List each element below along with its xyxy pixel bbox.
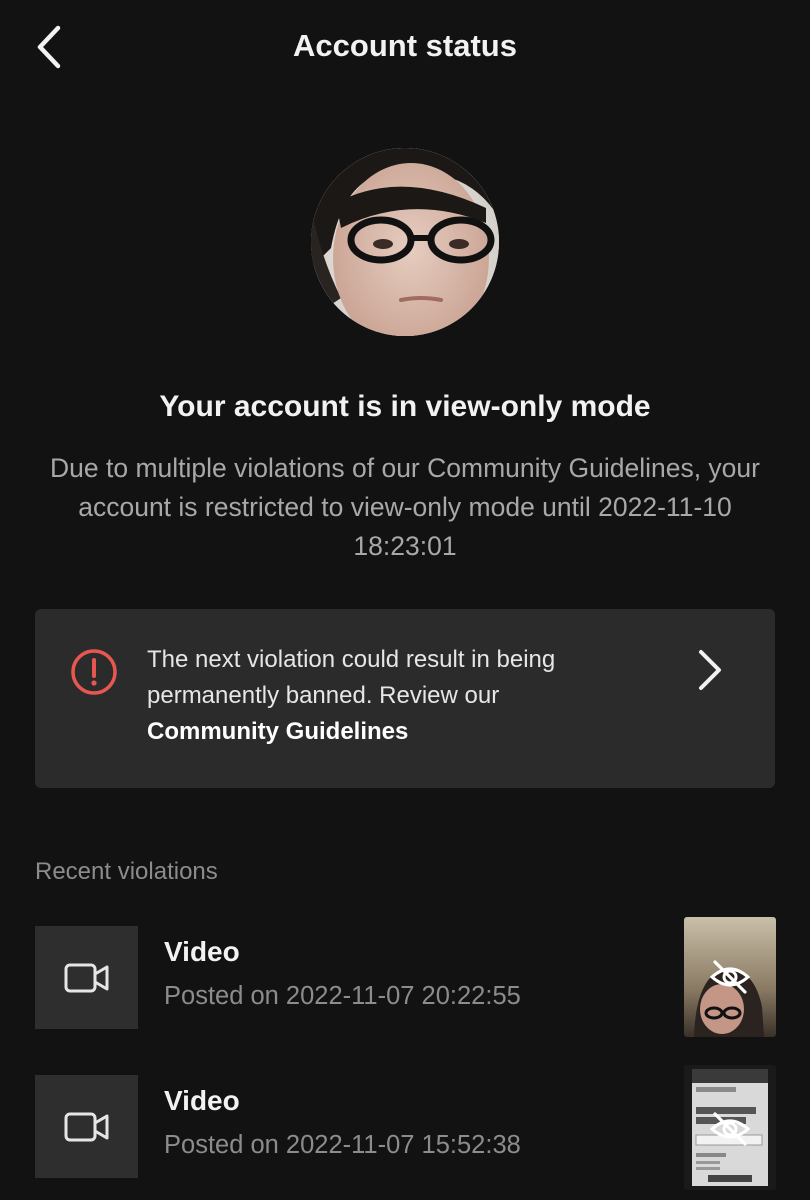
eye-slash-icon [709, 960, 751, 994]
warning-message: The next violation could result in being… [147, 642, 667, 750]
video-thumbnail-placeholder [35, 926, 138, 1029]
violation-thumbnail[interactable] [684, 917, 776, 1037]
video-camera-icon [64, 1112, 108, 1141]
page-title: Account status [293, 28, 517, 63]
alert-circle-icon [71, 649, 117, 695]
violation-item[interactable]: Video Posted on 2022-11-07 15:52:38 [0, 1065, 810, 1195]
section-title-recent-violations: Recent violations [35, 858, 218, 885]
header: Account status [0, 0, 810, 96]
video-thumbnail-placeholder [35, 1075, 138, 1178]
community-guidelines-link[interactable]: Community Guidelines [147, 714, 667, 750]
status-description: Due to multiple violations of our Commun… [50, 453, 760, 561]
video-camera-icon [64, 963, 108, 992]
eye-slash-icon [709, 1112, 751, 1146]
violation-type: Video [164, 936, 240, 967]
warning-card[interactable]: The next violation could result in being… [35, 609, 775, 788]
violation-type: Video [164, 1085, 240, 1116]
violation-thumbnail[interactable] [684, 1065, 776, 1190]
violation-date: Posted on 2022-11-07 20:22:55 [164, 982, 521, 1010]
status-heading: Your account is in view-only mode [159, 390, 651, 423]
warning-text: The next violation could result in being… [147, 646, 556, 709]
violation-date: Posted on 2022-11-07 15:52:38 [164, 1131, 521, 1159]
chevron-right-icon [699, 650, 721, 690]
avatar [311, 148, 499, 336]
violation-item[interactable]: Video Posted on 2022-11-07 20:22:55 [0, 917, 810, 1046]
